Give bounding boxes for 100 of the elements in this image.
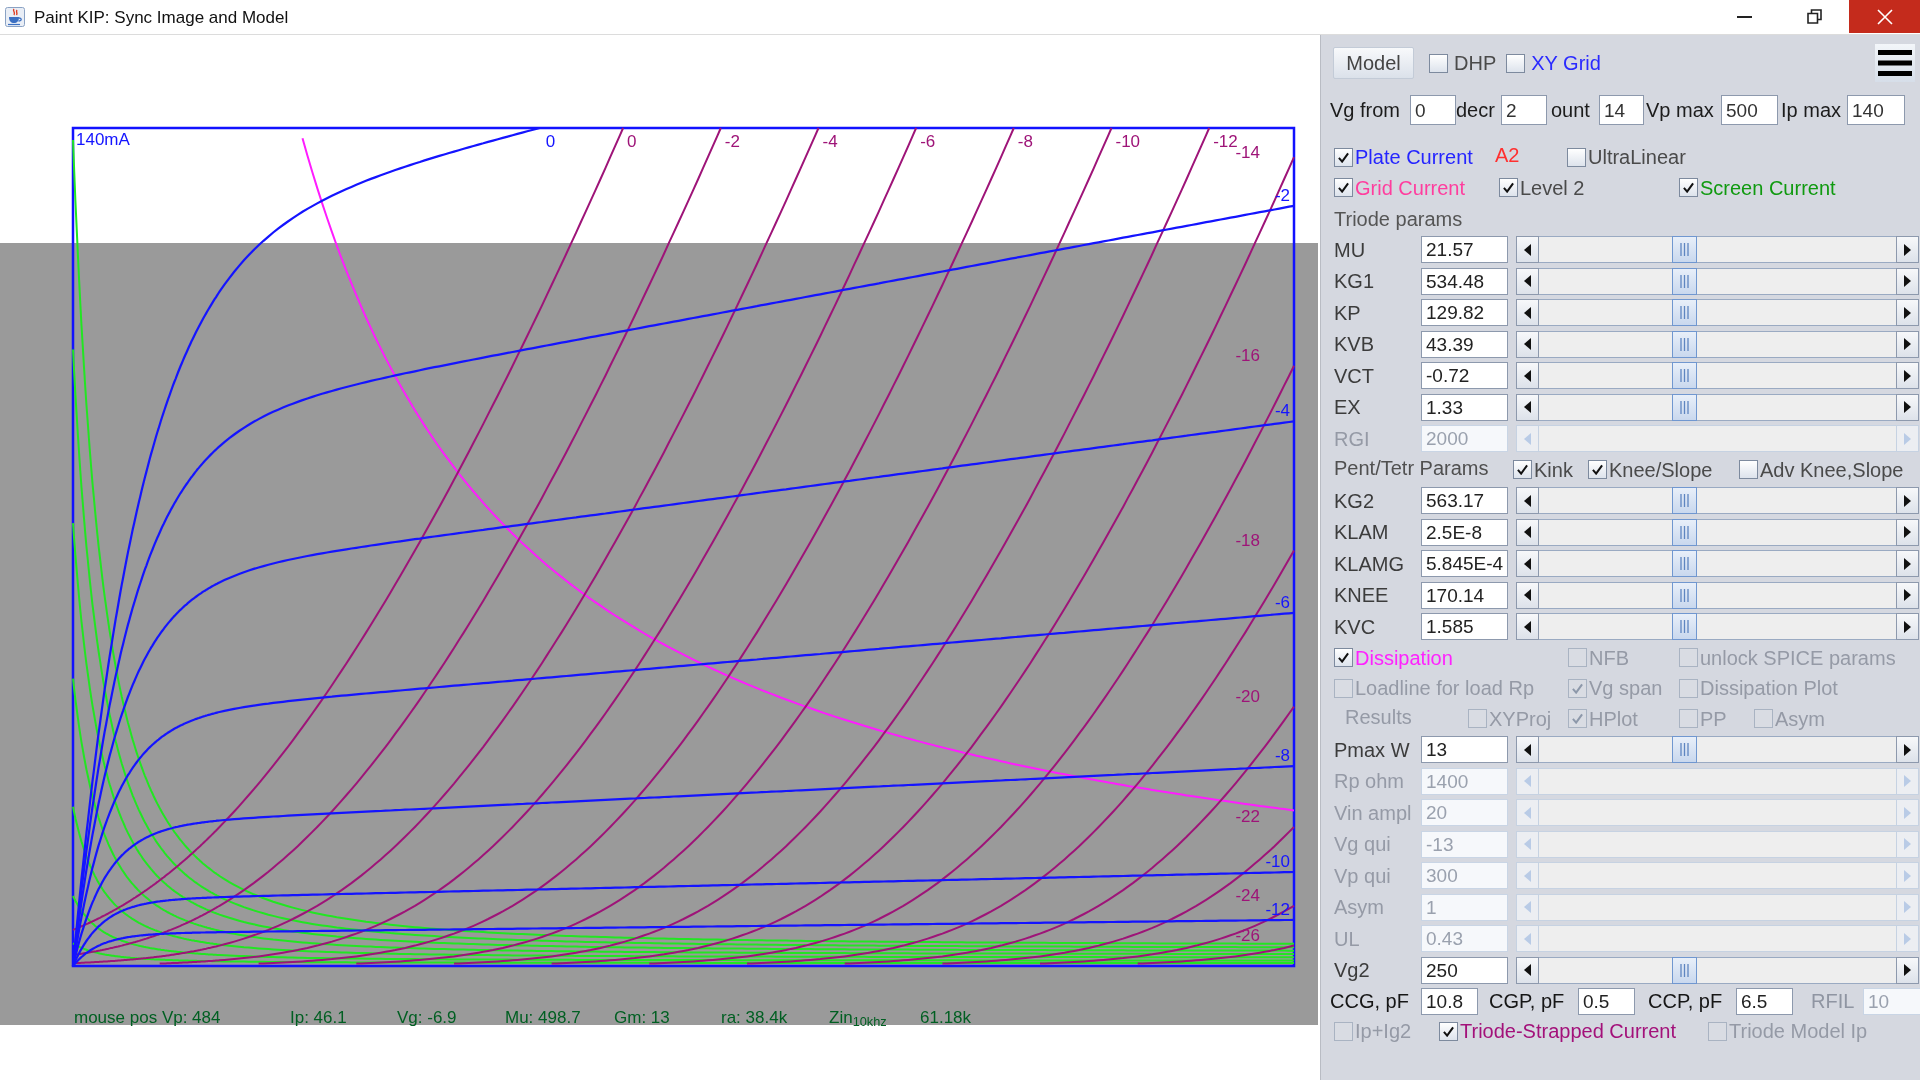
scroll-left-button[interactable] bbox=[1516, 956, 1539, 984]
scroll-right-button[interactable] bbox=[1896, 487, 1919, 515]
number-field[interactable]: 0.5 bbox=[1578, 987, 1635, 1015]
scroll-right-button[interactable] bbox=[1896, 362, 1919, 390]
check-icon bbox=[1572, 713, 1583, 725]
checkbox[interactable] bbox=[1499, 178, 1518, 198]
checkbox-label[interactable]: Triode-Strapped Current bbox=[1460, 1021, 1677, 1042]
scroll-left-button[interactable] bbox=[1516, 550, 1539, 578]
number-field[interactable]: 6.5 bbox=[1736, 987, 1793, 1015]
left-triangle-icon bbox=[1524, 806, 1531, 819]
check-icon bbox=[1338, 652, 1349, 664]
checkbox-label[interactable]: Adv Knee,Slope bbox=[1760, 459, 1904, 480]
check-icon bbox=[1592, 464, 1603, 476]
scroll-right-button[interactable] bbox=[1896, 736, 1919, 764]
number-field[interactable]: 14 bbox=[1599, 95, 1644, 125]
slider-thumb[interactable] bbox=[1671, 299, 1697, 327]
number-field[interactable]: 563.17 bbox=[1421, 487, 1508, 515]
scroll-right-button[interactable] bbox=[1896, 613, 1919, 641]
number-field[interactable]: 2 bbox=[1501, 95, 1547, 125]
slider-thumb[interactable] bbox=[1671, 393, 1697, 421]
scroll-left-button[interactable] bbox=[1516, 267, 1539, 295]
slider-thumb[interactable] bbox=[1671, 330, 1697, 358]
scroll-right-button[interactable] bbox=[1896, 393, 1919, 421]
checkbox[interactable] bbox=[1439, 1021, 1458, 1041]
scroll-left-button[interactable] bbox=[1516, 487, 1539, 515]
scroll-right-button[interactable] bbox=[1896, 330, 1919, 358]
slider-thumb[interactable] bbox=[1671, 956, 1697, 984]
scroll-right-button[interactable] bbox=[1896, 956, 1919, 984]
scroll-right-button[interactable] bbox=[1896, 267, 1919, 295]
scroll-left-button[interactable] bbox=[1516, 362, 1539, 390]
number-field[interactable]: 0 bbox=[1410, 95, 1456, 125]
number-field[interactable]: 2.5E-8 bbox=[1421, 518, 1508, 546]
scroll-left-button[interactable] bbox=[1516, 736, 1539, 764]
scroll-left-button[interactable] bbox=[1516, 236, 1539, 264]
left-triangle-icon bbox=[1524, 901, 1531, 914]
slider-thumb[interactable] bbox=[1671, 736, 1697, 764]
checkbox[interactable] bbox=[1679, 178, 1698, 198]
number-field[interactable]: 1.585 bbox=[1421, 613, 1508, 641]
checkbox[interactable] bbox=[1739, 460, 1758, 480]
curve-label: -12 bbox=[1265, 899, 1290, 919]
slider-thumb[interactable] bbox=[1671, 581, 1697, 609]
text-label: Pent/Tetr Params bbox=[1334, 456, 1489, 479]
model-button[interactable]: Model bbox=[1333, 47, 1414, 79]
checkbox[interactable] bbox=[1334, 648, 1353, 668]
param-label: KG1 bbox=[1334, 271, 1376, 292]
number-field[interactable]: 170.14 bbox=[1421, 581, 1508, 609]
scroll-right-button[interactable] bbox=[1896, 236, 1919, 264]
scroll-right-button[interactable] bbox=[1896, 518, 1919, 546]
scroll-right-button[interactable] bbox=[1896, 299, 1919, 327]
slider-thumb[interactable] bbox=[1671, 236, 1697, 264]
menu-button[interactable] bbox=[1875, 44, 1915, 82]
scroll-left-button[interactable] bbox=[1516, 581, 1539, 609]
slider-thumb[interactable] bbox=[1671, 362, 1697, 390]
status-readout: Mu: 498.7 bbox=[505, 1008, 581, 1027]
slider-thumb[interactable] bbox=[1671, 613, 1697, 641]
checkbox[interactable] bbox=[1513, 460, 1532, 480]
checkbox-label[interactable]: Level 2 bbox=[1520, 177, 1585, 198]
number-field[interactable]: -0.72 bbox=[1421, 362, 1508, 390]
checkbox[interactable] bbox=[1567, 147, 1586, 167]
checkbox-label[interactable]: Plate Current bbox=[1355, 147, 1473, 168]
slider-thumb[interactable] bbox=[1671, 550, 1697, 578]
checkbox-label[interactable]: Kink bbox=[1534, 459, 1573, 480]
param-label: EX bbox=[1334, 397, 1362, 418]
checkbox[interactable] bbox=[1334, 178, 1353, 198]
scroll-left-button[interactable] bbox=[1516, 393, 1539, 421]
slider-thumb[interactable] bbox=[1671, 518, 1697, 546]
checkbox-label[interactable]: UltraLinear bbox=[1588, 147, 1686, 168]
checkbox[interactable] bbox=[1429, 53, 1448, 73]
number-field[interactable]: 250 bbox=[1421, 956, 1508, 984]
number-field[interactable]: 534.48 bbox=[1421, 267, 1508, 295]
number-field[interactable]: 5.845E-4 bbox=[1421, 550, 1508, 578]
number-field[interactable]: 43.39 bbox=[1421, 330, 1508, 358]
number-field[interactable]: 140 bbox=[1847, 95, 1905, 125]
grip-icon bbox=[1679, 306, 1689, 320]
number-field[interactable]: 129.82 bbox=[1421, 299, 1508, 327]
scroll-right-button[interactable] bbox=[1896, 550, 1919, 578]
field-label: Ip max bbox=[1781, 100, 1843, 120]
checkbox-label[interactable]: DHP bbox=[1454, 53, 1497, 73]
scroll-left-button[interactable] bbox=[1516, 613, 1539, 641]
number-field[interactable]: 1.33 bbox=[1421, 393, 1508, 421]
scroll-right-button[interactable] bbox=[1896, 581, 1919, 609]
checkbox[interactable] bbox=[1506, 53, 1526, 73]
checkbox-label[interactable]: XY Grid bbox=[1531, 53, 1601, 73]
check-icon bbox=[1443, 1025, 1454, 1037]
checkbox[interactable] bbox=[1334, 147, 1353, 167]
scroll-left-button[interactable] bbox=[1516, 518, 1539, 546]
number-field[interactable]: 500 bbox=[1721, 95, 1778, 125]
curve-label: -2 bbox=[724, 132, 740, 151]
param-label: KVC bbox=[1334, 616, 1377, 637]
number-field[interactable]: 10.8 bbox=[1421, 987, 1478, 1015]
scroll-left-button[interactable] bbox=[1516, 330, 1539, 358]
scroll-left-button[interactable] bbox=[1516, 299, 1539, 327]
number-field[interactable]: 21.57 bbox=[1421, 236, 1508, 264]
checkbox-label[interactable]: Knee/Slope bbox=[1609, 459, 1713, 480]
number-field[interactable]: 13 bbox=[1421, 736, 1508, 764]
slider-thumb[interactable] bbox=[1671, 267, 1697, 295]
right-triangle-icon bbox=[1904, 964, 1911, 977]
slider-thumb[interactable] bbox=[1671, 487, 1697, 515]
checkbox[interactable] bbox=[1588, 460, 1607, 480]
field-label: ount bbox=[1551, 100, 1591, 120]
